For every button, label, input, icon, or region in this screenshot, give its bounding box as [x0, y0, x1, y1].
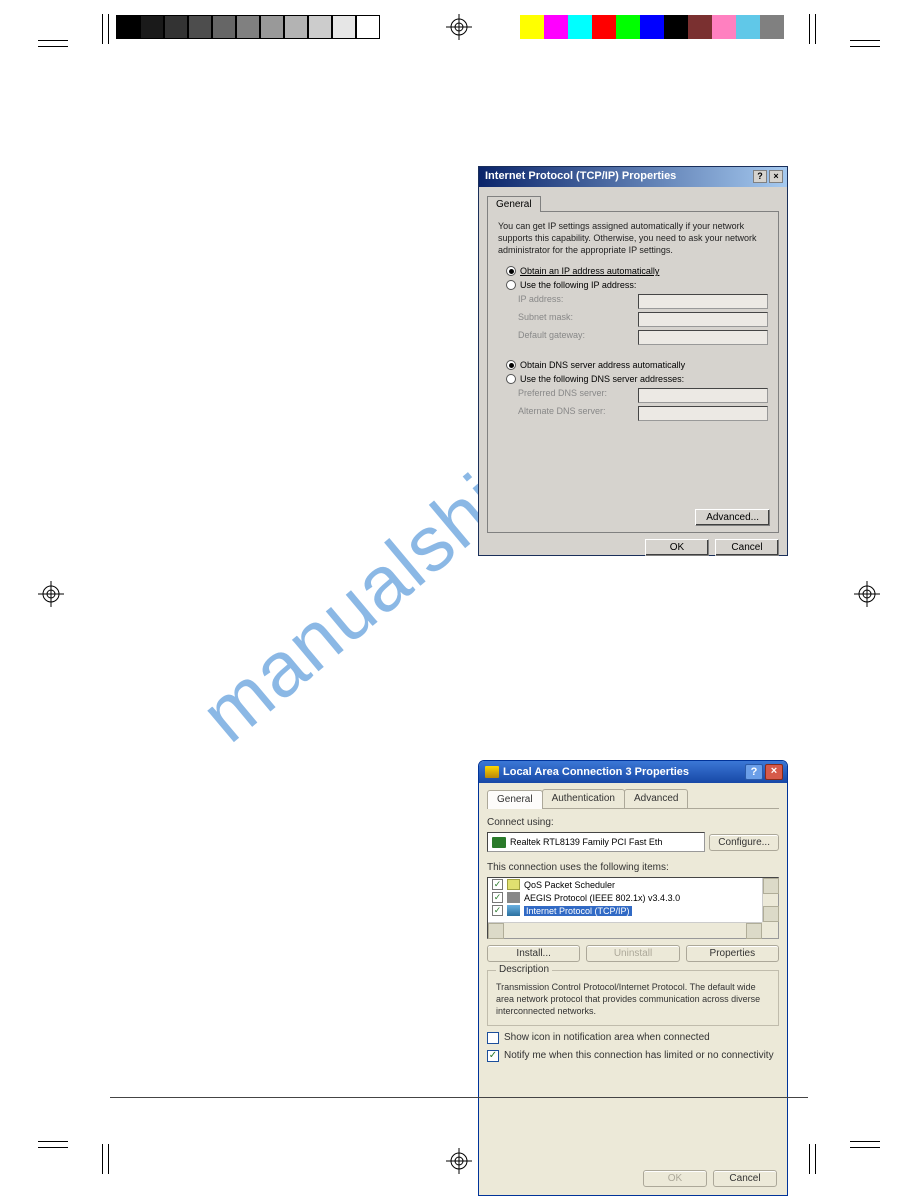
radio-obtain-ip-auto[interactable]: Obtain an IP address automatically [506, 266, 768, 276]
cancel-button[interactable]: Cancel [713, 1170, 777, 1187]
checkbox-icon[interactable]: ✓ [492, 879, 503, 890]
help-button[interactable]: ? [753, 170, 767, 183]
tab-general[interactable]: General [487, 790, 543, 809]
horizontal-rule [110, 1097, 808, 1098]
scrollbar-corner [762, 922, 778, 938]
radio-obtain-dns-auto[interactable]: Obtain DNS server address automatically [506, 360, 768, 370]
ip-address-label: IP address: [518, 294, 638, 309]
checkbox-label: Show icon in notification area when conn… [504, 1032, 710, 1043]
show-icon-checkbox[interactable]: Show icon in notification area when conn… [487, 1032, 779, 1044]
radio-label: Use the following DNS server addresses: [520, 374, 684, 384]
adapter-name: Realtek RTL8139 Family PCI Fast Eth [510, 837, 662, 847]
checkbox-label: Notify me when this connection has limit… [504, 1050, 774, 1061]
registration-mark-icon [854, 581, 880, 607]
adapter-display: Realtek RTL8139 Family PCI Fast Eth [487, 832, 705, 852]
uninstall-button[interactable]: Uninstall [586, 945, 679, 962]
item-label: QoS Packet Scheduler [524, 880, 615, 890]
items-listbox[interactable]: ✓ QoS Packet Scheduler ✓ AEGIS Protocol … [487, 877, 779, 939]
properties-button[interactable]: Properties [686, 945, 779, 962]
ip-address-input[interactable] [638, 294, 768, 309]
radio-use-following-ip[interactable]: Use the following IP address: [506, 280, 768, 290]
list-item[interactable]: ✓ QoS Packet Scheduler [488, 878, 762, 891]
horizontal-scrollbar[interactable] [488, 922, 762, 938]
vertical-scrollbar[interactable] [762, 878, 778, 922]
advanced-button[interactable]: Advanced... [695, 509, 770, 526]
titlebar[interactable]: Local Area Connection 3 Properties ? × [479, 761, 787, 783]
close-button[interactable]: × [769, 170, 783, 183]
tab-pane: You can get IP settings assigned automat… [487, 211, 779, 533]
close-button[interactable]: × [765, 764, 783, 780]
checkbox-icon[interactable]: ✓ [492, 905, 503, 916]
color-colorbar [520, 15, 784, 39]
ok-button[interactable]: OK [645, 539, 709, 556]
radio-label: Use the following IP address: [520, 280, 636, 290]
titlebar[interactable]: Internet Protocol (TCP/IP) Properties ? … [479, 167, 787, 187]
registration-mark-icon [446, 1148, 472, 1174]
alternate-dns-input[interactable] [638, 406, 768, 421]
tcpip-properties-dialog: Internet Protocol (TCP/IP) Properties ? … [478, 166, 788, 556]
description-group: Description Transmission Control Protoco… [487, 970, 779, 1026]
preferred-dns-label: Preferred DNS server: [518, 388, 638, 403]
item-label: Internet Protocol (TCP/IP) [524, 906, 632, 916]
tab-general[interactable]: General [487, 196, 541, 212]
radio-label: Obtain DNS server address automatically [520, 360, 685, 370]
ok-button[interactable]: OK [643, 1170, 707, 1187]
alternate-dns-label: Alternate DNS server: [518, 406, 638, 421]
description-text: Transmission Control Protocol/Internet P… [496, 981, 770, 1017]
checkbox-icon: ✓ [487, 1050, 499, 1062]
tab-authentication[interactable]: Authentication [542, 789, 625, 808]
radio-icon [506, 360, 516, 370]
checkbox-icon[interactable]: ✓ [492, 892, 503, 903]
subnet-mask-label: Subnet mask: [518, 312, 638, 327]
tabs: General Authentication Advanced [487, 789, 779, 809]
list-item[interactable]: ✓ AEGIS Protocol (IEEE 802.1x) v3.4.3.0 [488, 891, 762, 904]
lan-connection-properties-dialog: Local Area Connection 3 Properties ? × G… [478, 760, 788, 1196]
intro-text: You can get IP settings assigned automat… [498, 220, 768, 256]
registration-mark-icon [38, 581, 64, 607]
list-item[interactable]: ✓ Internet Protocol (TCP/IP) [488, 904, 762, 917]
radio-icon [506, 280, 516, 290]
registration-mark-icon [446, 14, 472, 40]
item-label: AEGIS Protocol (IEEE 802.1x) v3.4.3.0 [524, 893, 680, 903]
notify-checkbox[interactable]: ✓ Notify me when this connection has lim… [487, 1050, 779, 1062]
description-legend: Description [496, 964, 552, 975]
uses-items-label: This connection uses the following items… [487, 862, 779, 873]
radio-icon [506, 266, 516, 276]
radio-use-following-dns[interactable]: Use the following DNS server addresses: [506, 374, 768, 384]
adapter-icon [492, 837, 506, 848]
grayscale-colorbar [116, 15, 380, 39]
install-button[interactable]: Install... [487, 945, 580, 962]
aegis-icon [507, 892, 520, 903]
dialog-title: Local Area Connection 3 Properties [503, 766, 689, 778]
radio-label: Obtain an IP address automatically [520, 266, 659, 276]
tcpip-icon [507, 905, 520, 916]
help-button[interactable]: ? [745, 764, 763, 780]
tab-advanced[interactable]: Advanced [624, 789, 688, 808]
cancel-button[interactable]: Cancel [715, 539, 779, 556]
dialog-title: Internet Protocol (TCP/IP) Properties [485, 170, 676, 187]
qos-icon [507, 879, 520, 890]
subnet-mask-input[interactable] [638, 312, 768, 327]
network-icon [485, 766, 499, 778]
gateway-input[interactable] [638, 330, 768, 345]
checkbox-icon [487, 1032, 499, 1044]
radio-icon [506, 374, 516, 384]
preferred-dns-input[interactable] [638, 388, 768, 403]
configure-button[interactable]: Configure... [709, 834, 779, 851]
connect-using-label: Connect using: [487, 817, 779, 828]
gateway-label: Default gateway: [518, 330, 638, 345]
